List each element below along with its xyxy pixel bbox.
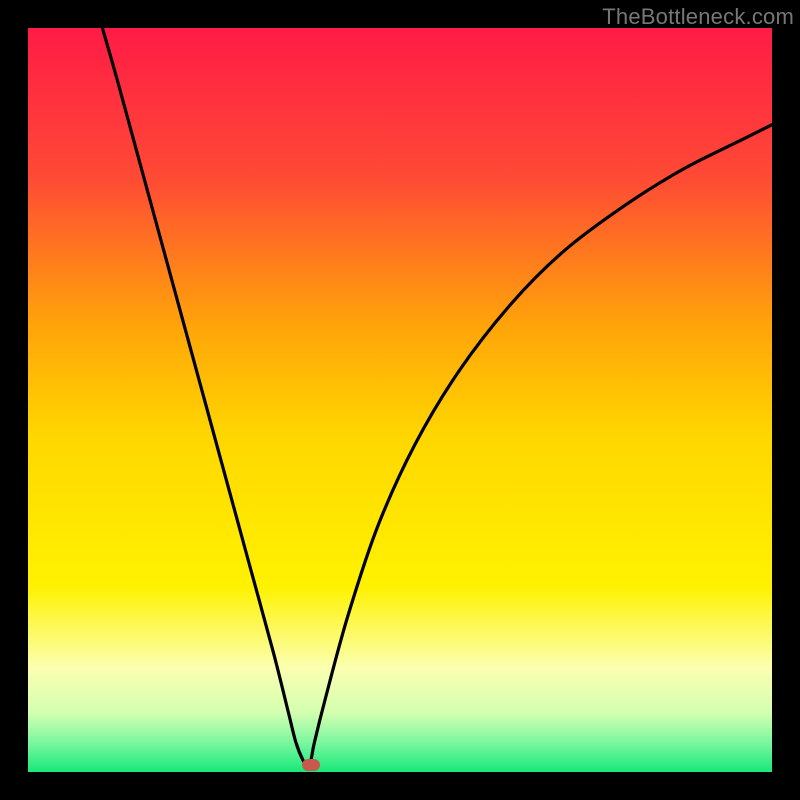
- chart-svg: [28, 28, 772, 772]
- watermark-text: TheBottleneck.com: [602, 4, 794, 30]
- optimal-point-marker: [302, 759, 320, 771]
- plot-area: [28, 28, 772, 772]
- chart-frame: [28, 28, 772, 772]
- gradient-bg: [28, 28, 772, 772]
